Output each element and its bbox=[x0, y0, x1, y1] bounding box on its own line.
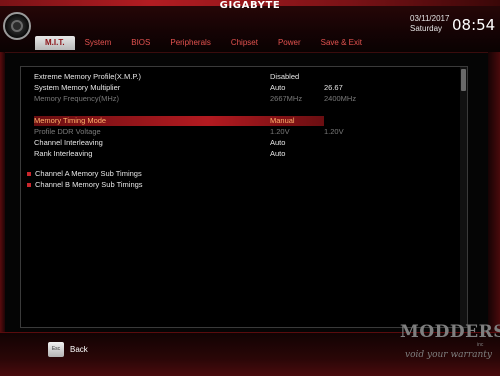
tab-power[interactable]: Power bbox=[268, 36, 311, 50]
setting-row-channel-interleaving[interactable]: Channel Interleaving Auto bbox=[34, 138, 344, 148]
submenu-channel-b-timings[interactable]: Channel B Memory Sub Timings bbox=[27, 180, 227, 190]
setting-row-xmp[interactable]: Extreme Memory Profile(X.M.P.) Disabled bbox=[34, 72, 344, 82]
setting-label: Memory Frequency(MHz) bbox=[34, 94, 120, 103]
setting-current-value: 2400MHz bbox=[324, 94, 357, 103]
esc-key-icon: Esc bbox=[48, 342, 64, 357]
setting-current-value: 1.20V bbox=[324, 127, 344, 136]
watermark-tagline: void your warranty bbox=[405, 350, 493, 360]
setting-label: Profile DDR Voltage bbox=[34, 127, 101, 136]
setting-value: 2667MHz bbox=[270, 94, 303, 103]
setting-label: Channel Interleaving bbox=[34, 138, 103, 147]
gigabyte-emblem-icon bbox=[3, 12, 31, 40]
settings-panel bbox=[20, 66, 468, 328]
setting-row-memory-frequency: Memory Frequency(MHz) 2667MHz 2400MHz bbox=[34, 94, 356, 104]
submenu-label: Channel B Memory Sub Timings bbox=[35, 180, 143, 189]
setting-label: System Memory Multiplier bbox=[34, 83, 121, 92]
scrollbar[interactable] bbox=[460, 67, 467, 327]
setting-value: Auto bbox=[270, 83, 286, 92]
tab-peripherals[interactable]: Peripherals bbox=[160, 36, 220, 50]
setting-row-memory-multiplier[interactable]: System Memory Multiplier Auto 26.67 bbox=[34, 83, 344, 93]
setting-value: Auto bbox=[270, 149, 286, 158]
back-label: Back bbox=[70, 345, 88, 354]
setting-current-value: 26.67 bbox=[324, 83, 343, 92]
back-button[interactable]: Esc Back bbox=[48, 342, 108, 358]
brand-logo: GIGABYTE bbox=[219, 0, 281, 11]
watermark-inc: inc bbox=[477, 342, 484, 348]
setting-label: Memory Timing Mode bbox=[34, 116, 107, 125]
tab-save-exit[interactable]: Save & Exit bbox=[311, 36, 372, 50]
submenu-label: Channel A Memory Sub Timings bbox=[35, 169, 142, 178]
day-text: Saturday bbox=[410, 24, 443, 33]
watermark-logo: MODDERS inc void your warranty bbox=[395, 322, 500, 370]
tab-bios[interactable]: BIOS bbox=[121, 36, 160, 50]
submenu-bullet-icon bbox=[27, 183, 31, 187]
submenu-bullet-icon bbox=[27, 172, 31, 176]
setting-value: 1.20V bbox=[270, 127, 290, 136]
setting-row-memory-timing-mode[interactable]: Memory Timing Mode Manual bbox=[34, 116, 324, 126]
tab-system[interactable]: System bbox=[75, 36, 122, 50]
setting-value: Auto bbox=[270, 138, 286, 147]
scrollbar-thumb[interactable] bbox=[461, 69, 466, 91]
submenu-channel-a-timings[interactable]: Channel A Memory Sub Timings bbox=[27, 169, 227, 179]
setting-row-rank-interleaving[interactable]: Rank Interleaving Auto bbox=[34, 149, 344, 159]
main-tabs: M.I.T. System BIOS Peripherals Chipset P… bbox=[35, 36, 372, 50]
date-time: 03/11/2017 Saturday 08:54 bbox=[410, 14, 498, 36]
setting-value: Disabled bbox=[270, 72, 300, 81]
tab-chipset[interactable]: Chipset bbox=[221, 36, 268, 50]
clock-time: 08:54 bbox=[452, 16, 496, 34]
setting-label: Extreme Memory Profile(X.M.P.) bbox=[34, 72, 141, 81]
left-frame bbox=[0, 52, 5, 332]
setting-label: Rank Interleaving bbox=[34, 149, 93, 158]
watermark-title: MODDERS bbox=[400, 322, 500, 342]
date-text: 03/11/2017 bbox=[410, 14, 450, 23]
setting-row-profile-ddr-voltage: Profile DDR Voltage 1.20V 1.20V bbox=[34, 127, 344, 137]
setting-value: Manual bbox=[270, 116, 295, 125]
top-bar: GIGABYTE M.I.T. System BIOS Peripherals … bbox=[0, 0, 500, 53]
tab-mit[interactable]: M.I.T. bbox=[35, 36, 75, 50]
right-frame bbox=[488, 52, 500, 332]
